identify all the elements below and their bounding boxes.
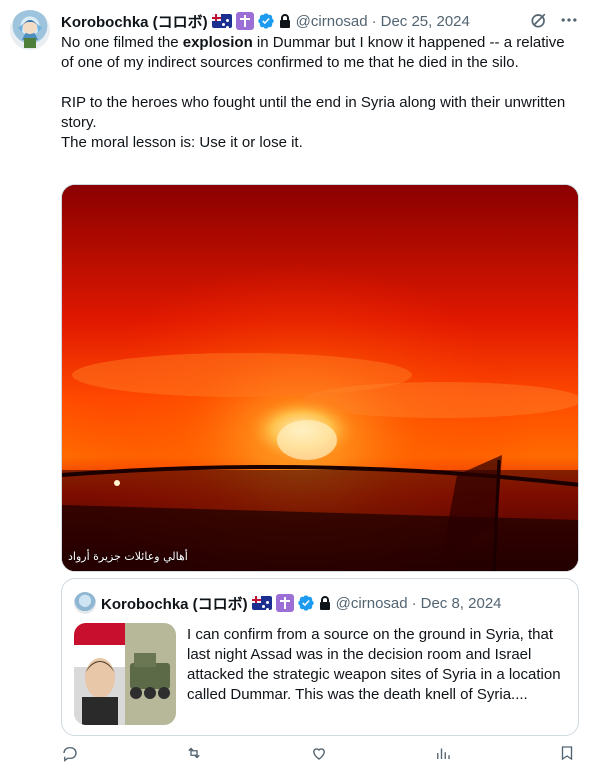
like-icon[interactable] (310, 744, 328, 762)
author-name[interactable]: Korobochka (コロボ) (61, 11, 208, 32)
avatar[interactable] (10, 10, 50, 50)
quoted-tweet-header: Korobochka (コロボ) @cirnosad · Dec 8, 2024 (74, 592, 502, 614)
australia-flag-emoji (211, 14, 232, 28)
quoted-handle: @cirnosad (335, 594, 408, 612)
quoted-tweet[interactable]: Korobochka (コロボ) @cirnosad · Dec 8, 2024 (61, 578, 579, 736)
views-icon[interactable] (434, 744, 452, 762)
quoted-date: Dec 8, 2024 (420, 594, 502, 612)
separator-dot: · (371, 12, 377, 30)
author-handle[interactable]: @cirnosad (296, 13, 368, 30)
tweet-media-image[interactable]: أهالي وعائلات جزيرة أرواد (61, 184, 579, 572)
media-watermark: أهالي وعائلات جزيرة أرواد (68, 550, 188, 563)
lock-icon (279, 14, 290, 28)
tweet-date[interactable]: Dec 25, 2024 (381, 13, 470, 30)
text-paragraph: RIP to the heroes who fought until the e… (61, 94, 566, 131)
quoted-avatar (74, 592, 96, 614)
reply-icon[interactable] (61, 744, 79, 762)
text-bold: explosion (182, 34, 253, 51)
lock-icon (319, 596, 330, 610)
quoted-author-name: Korobochka (コロボ) (101, 595, 248, 613)
more-icon[interactable] (559, 10, 579, 30)
text-segment: No one filmed the (61, 34, 183, 51)
latin-cross-emoji (235, 12, 254, 30)
verified-badge-icon (297, 595, 314, 611)
quoted-media-thumbnail (74, 623, 176, 725)
verified-badge-icon[interactable] (257, 12, 275, 30)
grok-icon[interactable] (529, 10, 549, 30)
quoted-tweet-text: I can confirm from a source on the groun… (187, 626, 561, 703)
tweet-header: Korobochka (コロボ) @cirnosad · Dec 25, 202… (61, 10, 579, 32)
text-paragraph: The moral lesson is: Use it or lose it. (61, 134, 303, 151)
latin-cross-emoji (275, 594, 294, 612)
separator-dot: · (411, 594, 417, 612)
action-bar (61, 744, 576, 762)
bookmark-icon[interactable] (558, 744, 576, 762)
tweet-text: No one filmed the explosion in Dummar bu… (61, 33, 576, 153)
repost-icon[interactable] (185, 744, 203, 762)
australia-flag-emoji (251, 596, 272, 610)
